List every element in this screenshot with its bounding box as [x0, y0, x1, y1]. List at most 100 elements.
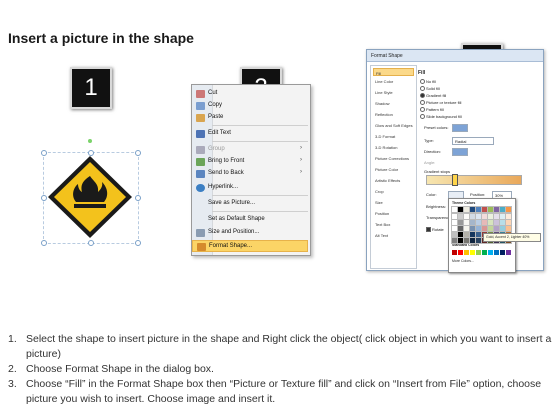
color-swatch[interactable] — [493, 213, 500, 220]
color-swatch[interactable] — [463, 206, 470, 213]
color-swatch[interactable] — [475, 225, 482, 232]
color-swatch[interactable] — [487, 219, 494, 226]
nav-item-shadow[interactable]: Shadow — [373, 99, 414, 107]
menu-item-group[interactable]: Group › — [192, 144, 308, 156]
standard-color-swatch[interactable] — [500, 250, 505, 255]
menu-item-copy[interactable]: Copy — [192, 100, 308, 112]
color-swatch[interactable] — [481, 219, 488, 226]
preset-colors-dropdown[interactable] — [452, 124, 468, 132]
color-swatch[interactable] — [469, 206, 476, 213]
menu-item-send-to-back[interactable]: Send to Back › — [192, 168, 308, 180]
color-swatch[interactable] — [457, 231, 464, 238]
color-swatch[interactable] — [451, 219, 458, 226]
color-swatch[interactable] — [457, 219, 464, 226]
nav-item-3d-format[interactable]: 3-D Format — [373, 132, 414, 140]
color-swatch[interactable] — [451, 237, 458, 244]
color-swatch[interactable] — [481, 206, 488, 213]
menu-item-paste[interactable]: Paste — [192, 112, 308, 124]
menu-item-size-position[interactable]: Size and Position... — [192, 227, 308, 239]
color-swatch[interactable] — [499, 206, 506, 213]
nav-item-line-style[interactable]: Line Style — [373, 88, 414, 96]
color-swatch[interactable] — [457, 225, 464, 232]
color-swatch[interactable] — [475, 219, 482, 226]
nav-item-position[interactable]: Position — [373, 209, 414, 217]
color-swatch[interactable] — [469, 231, 476, 238]
standard-color-swatch[interactable] — [476, 250, 481, 255]
menu-item-save-as-picture[interactable]: Save as Picture... — [192, 198, 308, 210]
color-swatch[interactable] — [475, 231, 482, 238]
color-swatch[interactable] — [469, 225, 476, 232]
color-swatch[interactable] — [463, 225, 470, 232]
color-swatch[interactable] — [457, 237, 464, 244]
color-swatch[interactable] — [463, 231, 470, 238]
standard-color-swatch[interactable] — [452, 250, 457, 255]
nav-item-glow[interactable]: Glow and Soft Edges — [373, 121, 414, 129]
nav-item-crop[interactable]: Crop — [373, 187, 414, 195]
color-swatch[interactable] — [505, 219, 512, 226]
nav-item-picture-corrections[interactable]: Picture Corrections — [373, 154, 414, 162]
color-swatch[interactable] — [457, 206, 464, 213]
menu-item-bring-to-front[interactable]: Bring to Front › — [192, 156, 308, 168]
nav-item-reflection[interactable]: Reflection — [373, 110, 414, 118]
color-swatch[interactable] — [463, 237, 470, 244]
standard-color-swatch[interactable] — [488, 250, 493, 255]
menu-item-cut[interactable]: Cut — [192, 88, 308, 100]
fill-option-pattern[interactable]: Pattern fill — [420, 107, 444, 113]
direction-dropdown[interactable] — [452, 148, 468, 156]
nav-item-alt-text[interactable]: Alt Text — [373, 231, 414, 239]
color-swatch[interactable] — [481, 225, 488, 232]
color-swatch[interactable] — [505, 225, 512, 232]
fill-option-gradient[interactable]: Gradient fill — [420, 93, 446, 99]
color-swatch[interactable] — [505, 206, 512, 213]
resize-handle[interactable] — [135, 195, 141, 201]
menu-item-format-shape[interactable]: Format Shape... — [192, 240, 308, 252]
standard-color-swatch[interactable] — [482, 250, 487, 255]
menu-item-edit-text[interactable]: Edit Text — [192, 128, 308, 140]
nav-item-artistic-effects[interactable]: Artistic Effects — [373, 176, 414, 184]
color-swatch[interactable] — [499, 225, 506, 232]
color-swatch[interactable] — [469, 213, 476, 220]
standard-color-swatch[interactable] — [506, 250, 511, 255]
standard-color-swatch[interactable] — [494, 250, 499, 255]
resize-handle[interactable] — [88, 240, 94, 246]
resize-handle[interactable] — [135, 240, 141, 246]
standard-color-swatch[interactable] — [470, 250, 475, 255]
resize-handle[interactable] — [41, 240, 47, 246]
color-swatch[interactable] — [493, 225, 500, 232]
color-swatch[interactable] — [481, 213, 488, 220]
fill-option-picture[interactable]: Picture or texture fill — [420, 100, 461, 106]
flammable-hazard-shape[interactable] — [46, 154, 134, 240]
nav-item-3d-rotation[interactable]: 3-D Rotation — [373, 143, 414, 151]
resize-handle[interactable] — [135, 150, 141, 156]
color-swatch[interactable] — [451, 213, 458, 220]
menu-item-hyperlink[interactable]: Hyperlink... — [192, 182, 308, 194]
gradient-stops-bar[interactable] — [426, 175, 522, 185]
rotation-handle[interactable] — [88, 139, 92, 143]
rotate-checkbox[interactable]: Rotate — [426, 227, 444, 233]
color-swatch[interactable] — [451, 225, 458, 232]
color-swatch[interactable] — [475, 206, 482, 213]
standard-color-swatch[interactable] — [464, 250, 469, 255]
color-swatch[interactable] — [505, 213, 512, 220]
color-swatch[interactable] — [493, 219, 500, 226]
color-swatch[interactable] — [487, 225, 494, 232]
nav-item-picture-color[interactable]: Picture Color — [373, 165, 414, 173]
color-swatch[interactable] — [457, 213, 464, 220]
menu-item-set-default-shape[interactable]: Set as Default Shape — [192, 214, 308, 226]
color-swatch[interactable] — [499, 219, 506, 226]
color-swatch[interactable] — [475, 237, 482, 244]
nav-item-fill[interactable]: Fill — [373, 68, 414, 76]
gradient-stop-handle[interactable] — [452, 174, 458, 186]
color-swatch[interactable] — [463, 213, 470, 220]
color-swatch[interactable] — [469, 219, 476, 226]
type-dropdown[interactable]: Radial — [452, 137, 494, 145]
color-swatch[interactable] — [487, 206, 494, 213]
color-swatch[interactable] — [475, 213, 482, 220]
nav-item-line-color[interactable]: Line Color — [373, 77, 414, 85]
color-swatch[interactable] — [487, 213, 494, 220]
color-swatch[interactable] — [451, 206, 458, 213]
color-swatch[interactable] — [451, 231, 458, 238]
nav-item-size[interactable]: Size — [373, 198, 414, 206]
color-swatch[interactable] — [469, 237, 476, 244]
color-swatch[interactable] — [493, 206, 500, 213]
